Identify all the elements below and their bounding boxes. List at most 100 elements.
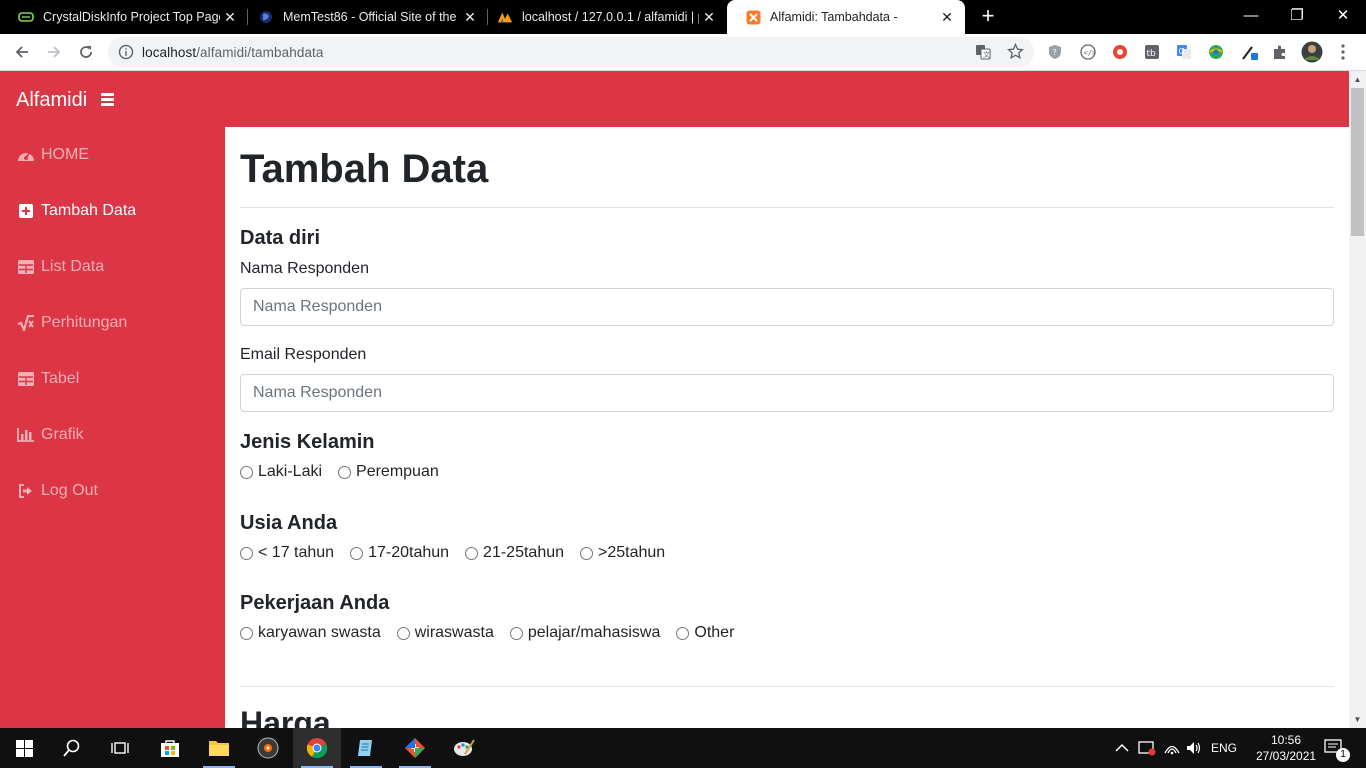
divider	[240, 686, 1334, 687]
search-button[interactable]	[48, 728, 96, 768]
gender-option-perempuan[interactable]: Perempuan	[338, 463, 439, 481]
language-indicator[interactable]: ENG	[1211, 728, 1237, 768]
device-status-icon[interactable]	[1138, 728, 1156, 768]
gender-radio-group: Laki-Laki Perempuan	[240, 463, 455, 481]
tab-title: localhost / 127.0.0.1 / alfamidi | p	[522, 10, 699, 24]
new-tab-button[interactable]: +	[976, 4, 1000, 30]
brand-logo-text[interactable]: Alfamidi	[16, 89, 87, 112]
git-diamond-icon	[405, 738, 425, 758]
media-player-app[interactable]	[244, 728, 292, 768]
browser-tab[interactable]: CrystalDiskInfo Project Top Page ✕	[0, 0, 248, 34]
nama-responden-input[interactable]	[240, 288, 1334, 326]
restore-button[interactable]: ❐	[1274, 0, 1320, 34]
task-view-button[interactable]	[96, 728, 144, 768]
sidebar-item-perhitungan[interactable]: Perhitungan	[0, 303, 225, 343]
shield-extension-icon[interactable]: ?	[1046, 43, 1064, 61]
sidebar-item-grafik[interactable]: Grafik	[0, 415, 225, 455]
sidebar-item-label: Grafik	[41, 426, 84, 443]
scrollbar-thumb[interactable]	[1351, 88, 1364, 236]
minimize-button[interactable]: —	[1228, 0, 1274, 34]
pekerjaan-option-other[interactable]: Other	[676, 624, 734, 642]
google-translate-extension-icon[interactable]: G	[1175, 43, 1193, 61]
paint-app[interactable]	[440, 728, 488, 768]
globe-extension-icon[interactable]	[1207, 43, 1225, 61]
scroll-down-arrow-icon[interactable]: ▼	[1349, 711, 1366, 728]
usia-option-under-17[interactable]: < 17 tahun	[240, 544, 334, 562]
pekerjaan-option-karyawan-swasta[interactable]: karyawan swasta	[240, 624, 381, 642]
close-tab-icon[interactable]: ✕	[699, 9, 719, 26]
tab-title: MemTest86 - Official Site of the x	[283, 10, 460, 24]
radio-button[interactable]	[240, 465, 253, 479]
address-bar[interactable]: localhost/alfamidi/tambahdata 文	[108, 37, 1034, 67]
volume-icon[interactable]	[1186, 728, 1202, 768]
radio-button[interactable]	[580, 546, 594, 560]
gender-option-laki-laki[interactable]: Laki-Laki	[240, 463, 322, 481]
radio-button[interactable]	[350, 546, 364, 560]
reload-button[interactable]	[73, 39, 99, 65]
info-icon[interactable]	[118, 44, 134, 60]
sidebar-item-tambah-data[interactable]: Tambah Data	[0, 191, 225, 231]
chrome-menu-icon[interactable]	[1334, 43, 1352, 61]
svg-text:</>: </>	[1084, 49, 1097, 57]
svg-text:tb: tb	[1147, 49, 1157, 59]
back-arrow-icon	[15, 46, 28, 58]
usia-option-21-25[interactable]: 21-25tahun	[465, 544, 564, 562]
bar-chart-icon	[17, 427, 35, 443]
translate-icon[interactable]: 文	[975, 44, 991, 65]
pekerjaan-option-pelajar-mahasiswa[interactable]: pelajar/mahasiswa	[509, 624, 660, 642]
close-tab-icon[interactable]: ✕	[220, 9, 240, 26]
radio-button[interactable]	[338, 465, 352, 479]
windows-start-button[interactable]	[0, 728, 48, 768]
show-hidden-icons-chevron-icon[interactable]	[1115, 728, 1129, 768]
vertical-scrollbar[interactable]: ▲ ▼	[1349, 71, 1366, 728]
file-explorer-app[interactable]	[195, 728, 243, 768]
editor-app[interactable]	[342, 728, 390, 768]
radio-button[interactable]	[396, 626, 410, 640]
profile-avatar[interactable]	[1301, 41, 1323, 63]
clock-time: 10:56	[1270, 733, 1302, 747]
browser-toolbar: localhost/alfamidi/tambahdata 文 ? </> tb…	[0, 34, 1366, 71]
close-tab-icon[interactable]: ✕	[937, 9, 957, 26]
memtest-icon	[258, 9, 274, 25]
radio-button[interactable]	[240, 626, 253, 640]
notifications-button[interactable]: 1	[1324, 728, 1350, 768]
radio-button[interactable]	[676, 626, 690, 640]
sidebar: HOME Tambah Data List Data Perhitungan T…	[0, 127, 225, 728]
sidebar-item-tabel[interactable]: Tabel	[0, 359, 225, 399]
code-extension-icon[interactable]: </>	[1079, 43, 1097, 61]
forward-button[interactable]	[41, 39, 67, 65]
close-tab-icon[interactable]: ✕	[460, 9, 480, 26]
usia-option-17-20[interactable]: 17-20tahun	[350, 544, 449, 562]
reload-icon	[80, 46, 92, 58]
browser-tab[interactable]: MemTest86 - Official Site of the x ✕	[240, 0, 488, 34]
hamburger-menu-icon[interactable]	[101, 93, 115, 106]
browser-tab-active[interactable]: Alfamidi: Tambahdata - ✕	[727, 0, 965, 34]
system-clock[interactable]: 10:56 27/03/2021	[1256, 732, 1316, 764]
radio-button[interactable]	[240, 546, 253, 560]
sidebar-item-home[interactable]: HOME	[0, 135, 225, 175]
back-button[interactable]	[9, 39, 35, 65]
radio-button[interactable]	[509, 626, 523, 640]
wifi-icon[interactable]	[1164, 728, 1180, 768]
email-responden-input[interactable]	[240, 374, 1334, 412]
tb-extension-icon[interactable]: tb	[1143, 43, 1161, 61]
browser-tab[interactable]: localhost / 127.0.0.1 / alfamidi | p ✕	[479, 0, 727, 34]
usia-radio-group: < 17 tahun 17-20tahun 21-25tahun >25tahu…	[240, 544, 681, 562]
sidebar-item-log-out[interactable]: Log Out	[0, 471, 225, 511]
store-app[interactable]	[146, 728, 194, 768]
eyedropper-extension-icon[interactable]	[1241, 43, 1259, 61]
sidebar-item-list-data[interactable]: List Data	[0, 247, 225, 287]
scroll-up-arrow-icon[interactable]: ▲	[1349, 71, 1366, 88]
radio-label: 21-25tahun	[483, 544, 565, 561]
pekerjaan-option-wiraswasta[interactable]: wiraswasta	[396, 624, 494, 642]
close-window-button[interactable]: ✕	[1320, 0, 1366, 34]
record-extension-icon[interactable]	[1111, 43, 1129, 61]
puzzle-extensions-icon[interactable]	[1271, 43, 1289, 61]
bookmark-star-icon[interactable]	[1006, 42, 1025, 65]
git-app[interactable]	[391, 728, 439, 768]
pekerjaan-radio-group: karyawan swasta wiraswasta pelajar/mahas…	[240, 624, 750, 642]
radio-button[interactable]	[465, 546, 479, 560]
chrome-app[interactable]	[293, 728, 341, 768]
usia-option-over-25[interactable]: >25tahun	[580, 544, 665, 562]
url-path: /alfamidi/tambahdata	[196, 45, 324, 60]
